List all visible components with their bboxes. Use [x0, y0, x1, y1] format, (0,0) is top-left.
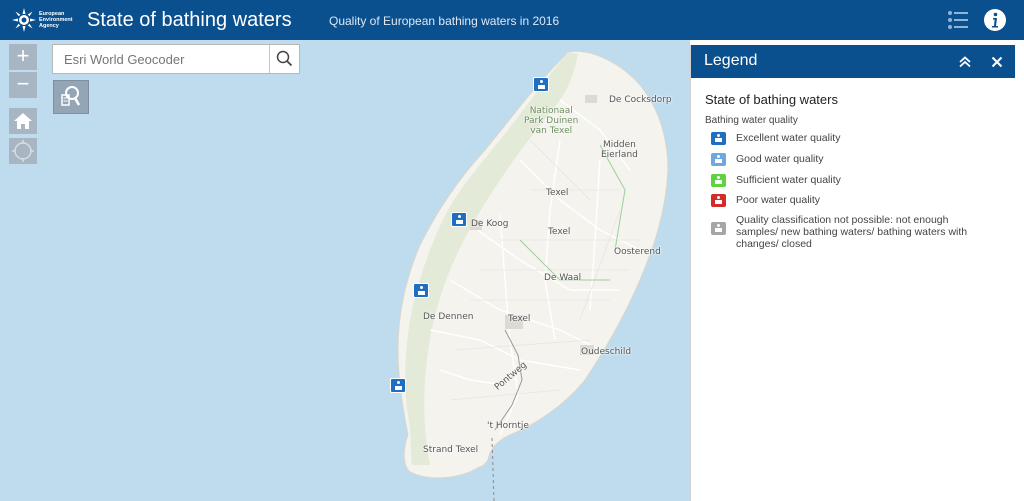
- collapse-icon: [959, 56, 971, 68]
- zoom-in-button[interactable]: +: [9, 44, 37, 70]
- legend-item-label: Sufficient water quality: [736, 174, 841, 186]
- place-label: De Dennen: [423, 312, 474, 322]
- bathing-site-marker[interactable]: [390, 378, 406, 393]
- search-icon: [276, 50, 293, 67]
- place-label: De Cocksdorp: [609, 95, 672, 105]
- place-label: Texel: [508, 314, 531, 324]
- good-quality-icon: [711, 153, 726, 166]
- app-title: State of bathing waters: [87, 9, 292, 31]
- legend-panel: Legend State of bathing waters Bathing w…: [690, 45, 1015, 501]
- legend-collapse-button[interactable]: [957, 54, 973, 70]
- legend-item-label: Good water quality: [736, 153, 824, 165]
- legend-item-label: Quality classification not possible: not…: [736, 214, 968, 250]
- app-header: European Environment Agency State of bat…: [0, 0, 1024, 40]
- bathing-site-marker[interactable]: [533, 77, 549, 92]
- search-widget: [52, 44, 300, 74]
- bathing-site-marker[interactable]: [451, 212, 467, 227]
- close-icon: [991, 56, 1003, 68]
- map-view[interactable]: De Cocksdorp Nationaal Park Duinen van T…: [0, 40, 690, 501]
- unclassified-quality-icon: [711, 222, 726, 235]
- place-label-line: Eierland: [601, 150, 638, 160]
- legend-title: Legend: [704, 52, 758, 69]
- place-label: De Waal: [544, 273, 582, 283]
- place-label: 't Horntje: [487, 421, 529, 431]
- legend-close-button[interactable]: [989, 54, 1005, 70]
- locate-button[interactable]: [9, 138, 37, 164]
- zoom-out-button[interactable]: −: [9, 72, 37, 98]
- poor-quality-icon: [711, 194, 726, 207]
- search-input[interactable]: [53, 45, 269, 73]
- excellent-quality-icon: [711, 132, 726, 145]
- place-label: De Koog: [471, 219, 509, 229]
- place-label: Texel: [546, 188, 569, 198]
- bathing-site-marker[interactable]: [413, 283, 429, 298]
- place-label: Strand Texel: [423, 445, 479, 455]
- place-label: Oudeschild: [581, 347, 632, 357]
- place-label-line: Nationaal: [529, 106, 573, 116]
- home-button[interactable]: [9, 108, 37, 134]
- place-label-line: Park Duinen: [524, 116, 579, 126]
- layer-list-button[interactable]: [946, 8, 970, 32]
- home-icon: [14, 113, 32, 129]
- place-label-line: van Texel: [530, 126, 573, 136]
- legend-header: Legend: [691, 45, 1015, 78]
- search-tool-icon: [61, 86, 81, 106]
- place-label-line: Midden: [602, 140, 636, 150]
- legend-item-label: Excellent water quality: [736, 132, 841, 144]
- place-label: Midden Eierland: [601, 140, 638, 160]
- eea-logo-text: European Environment Agency: [39, 11, 79, 29]
- legend-layer-title: State of bathing waters: [705, 92, 838, 107]
- map-basemap: [397, 50, 669, 501]
- info-icon: [984, 9, 1006, 31]
- place-label: Oosterend: [614, 247, 661, 257]
- app-subtitle: Quality of European bathing waters in 20…: [329, 14, 560, 28]
- info-button[interactable]: [983, 8, 1007, 32]
- search-tool-button[interactable]: [53, 80, 89, 114]
- list-icon: [948, 11, 968, 29]
- place-label: Texel: [548, 227, 571, 237]
- legend-field-title: Bathing water quality: [705, 115, 798, 126]
- eea-logo-icon: [12, 8, 36, 32]
- search-button[interactable]: [269, 45, 299, 73]
- eea-logo[interactable]: European Environment Agency: [12, 7, 76, 33]
- logo-line: Agency: [39, 23, 59, 29]
- place-label: Nationaal Park Duinen van Texel: [524, 106, 578, 136]
- legend-item-label: Poor water quality: [736, 194, 821, 206]
- locate-icon: [12, 140, 34, 162]
- sufficient-quality-icon: [711, 174, 726, 187]
